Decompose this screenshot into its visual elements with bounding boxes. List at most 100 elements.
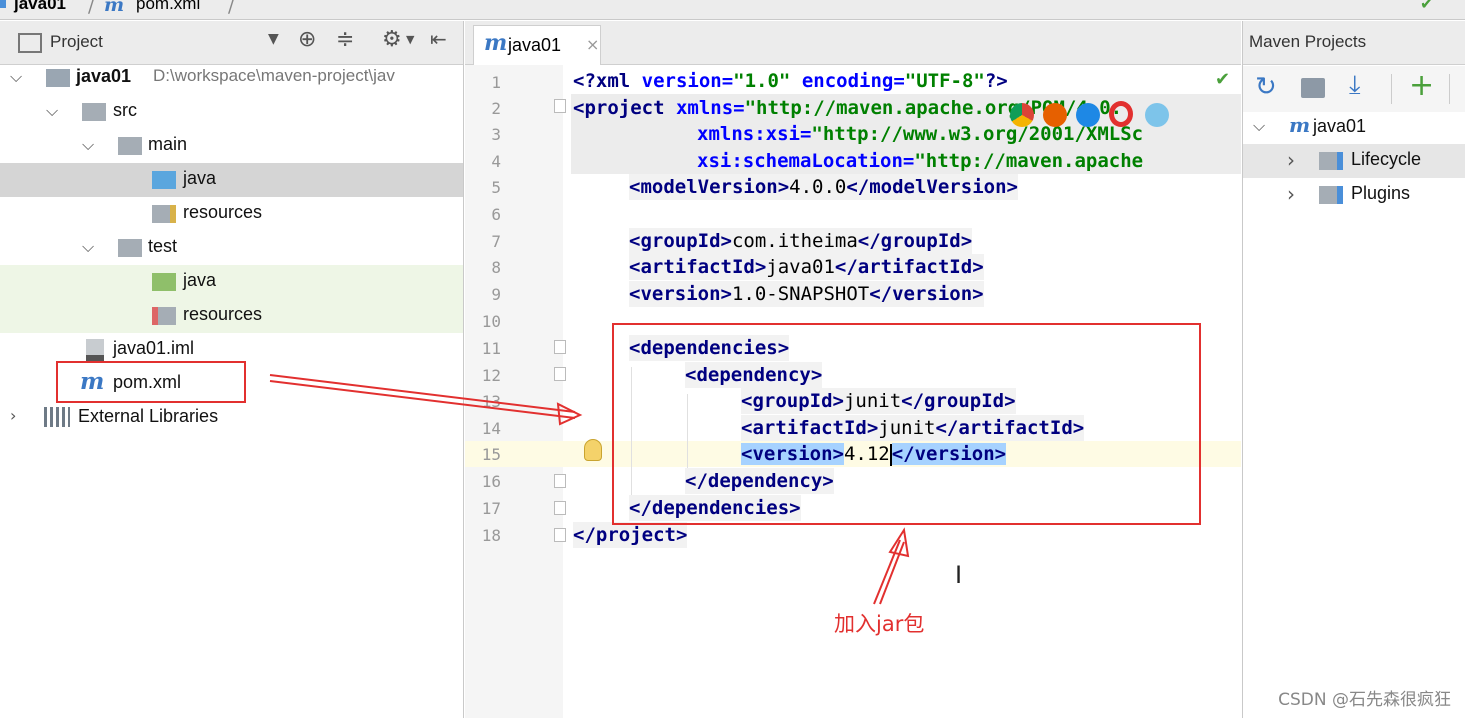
- chevron-down-icon[interactable]: ⌵: [82, 237, 94, 257]
- line-number: 8: [491, 258, 501, 277]
- line-number: 12: [481, 366, 501, 385]
- fold-marker-icon[interactable]: [554, 528, 566, 542]
- firefox-icon[interactable]: [1043, 103, 1067, 127]
- module-folder-icon: [46, 69, 70, 87]
- tree-row-main-java[interactable]: java: [0, 163, 463, 197]
- maven-panel-header: Maven Projects: [1243, 21, 1465, 65]
- chevron-right-icon[interactable]: ›: [1287, 182, 1295, 206]
- ibeam-cursor-icon: I: [955, 561, 963, 589]
- breadcrumb-separator: /: [228, 0, 235, 17]
- code-line-2: <project xmlns="http://maven.apache.org/…: [573, 97, 1123, 119]
- fold-marker-icon[interactable]: [554, 501, 566, 515]
- chevron-down-icon[interactable]: ▼: [268, 31, 279, 47]
- folder-icon: [118, 239, 142, 257]
- breadcrumb-project[interactable]: java01: [14, 0, 66, 14]
- tree-row-java01[interactable]: ⌵ java01 D:\workspace\maven-project\jav: [0, 61, 463, 95]
- folder-icon: [0, 0, 6, 8]
- tree-item-label: java01.iml: [113, 338, 195, 358]
- maven-tree-row-plugins[interactable]: › Plugins: [1243, 178, 1465, 212]
- breadcrumb-separator: /: [88, 0, 95, 17]
- tab-label: java01: [508, 35, 562, 55]
- chevron-right-icon[interactable]: ›: [10, 406, 16, 425]
- lightbulb-icon[interactable]: [584, 439, 602, 461]
- maven-toolbar: ↻ ⤓ +: [1243, 66, 1465, 112]
- maven-tree-row-lifecycle[interactable]: › Lifecycle: [1243, 144, 1465, 178]
- hide-panel-icon[interactable]: ⇤: [430, 27, 447, 51]
- code-line-18: </project>: [573, 522, 688, 548]
- ie-icon[interactable]: [1145, 103, 1169, 127]
- fold-marker-icon[interactable]: [554, 474, 566, 488]
- tab-java01[interactable]: m java01 ×: [473, 25, 601, 65]
- tree-row-main-resources[interactable]: resources: [0, 197, 463, 231]
- line-number: 16: [481, 472, 501, 491]
- tree-item-label: resources: [183, 304, 263, 324]
- test-resources-folder-icon: [152, 307, 176, 325]
- line-number: 4: [491, 152, 501, 171]
- fold-marker-icon[interactable]: [554, 99, 566, 113]
- tree-item-label: java: [183, 270, 217, 290]
- plugins-folder-icon: [1319, 186, 1343, 204]
- toolbar-separator: [1449, 74, 1450, 104]
- tree-row-external-libraries[interactable]: › External Libraries: [0, 401, 463, 435]
- close-icon[interactable]: ×: [586, 35, 599, 54]
- chevron-down-icon[interactable]: ▼: [406, 33, 414, 46]
- line-number: 9: [491, 285, 501, 304]
- tree-row-test[interactable]: ⌵ test: [0, 231, 463, 265]
- code-line-7: <groupId>com.itheima</groupId>: [629, 228, 973, 254]
- tree-row-main[interactable]: ⌵ main: [0, 129, 463, 163]
- chevron-down-icon[interactable]: ⌵: [46, 101, 58, 121]
- refresh-icon[interactable]: ↻: [1255, 72, 1277, 102]
- line-number: 14: [481, 419, 501, 438]
- code-line-8: <artifactId>java01</artifactId>: [629, 254, 984, 280]
- collapse-all-icon[interactable]: ≑: [336, 27, 354, 52]
- gear-icon[interactable]: ⚙: [382, 27, 402, 52]
- line-number: 5: [491, 178, 501, 197]
- line-number: 15: [481, 445, 501, 464]
- tree-row-test-java[interactable]: java: [0, 265, 463, 299]
- chrome-icon[interactable]: [1010, 103, 1034, 127]
- code-line-9: <version>1.0-SNAPSHOT</version>: [629, 281, 984, 307]
- annotation-label: 加入jar包: [834, 612, 925, 636]
- maven-tree-row-java01[interactable]: ⌵ m java01: [1243, 110, 1465, 144]
- download-icon[interactable]: ⤓: [1349, 70, 1361, 101]
- line-number: 10: [481, 312, 501, 331]
- fold-marker-icon[interactable]: [554, 367, 566, 381]
- generate-sources-icon[interactable]: [1301, 78, 1325, 98]
- add-icon[interactable]: +: [1409, 68, 1434, 103]
- maven-icon: m: [484, 30, 508, 56]
- safari-icon[interactable]: [1076, 103, 1100, 127]
- fold-marker-icon[interactable]: [554, 340, 566, 354]
- code-line-3: xmlns:xsi="http://www.w3.org/2001/XMLSc: [697, 123, 1144, 145]
- toolbar-separator: [1391, 74, 1392, 104]
- panel-title[interactable]: Project: [50, 32, 103, 52]
- chevron-down-icon[interactable]: ⌵: [10, 67, 22, 87]
- line-number: 6: [491, 205, 501, 224]
- tree-row-src[interactable]: ⌵ src: [0, 95, 463, 129]
- code-line-5: <modelVersion>4.0.0</modelVersion>: [629, 174, 1018, 200]
- tree-item-label: java01: [1313, 116, 1367, 136]
- chevron-down-icon[interactable]: ⌵: [1253, 116, 1265, 136]
- line-number: 13: [481, 392, 501, 411]
- panel-title: Maven Projects: [1249, 32, 1367, 51]
- tree-row-test-resources[interactable]: resources: [0, 299, 463, 333]
- locate-icon[interactable]: ⊕: [298, 27, 316, 52]
- breadcrumb-file[interactable]: pom.xml: [136, 0, 200, 14]
- code-line-1: <?xml version="1.0" encoding="UTF-8"?>: [573, 70, 1008, 92]
- check-icon: ✔: [1215, 69, 1231, 90]
- source-folder-icon: [152, 171, 176, 189]
- test-folder-icon: [152, 273, 176, 291]
- tree-item-label: java: [183, 168, 217, 188]
- library-icon: [44, 407, 70, 427]
- maven-panel: Maven Projects ↻ ⤓ + ⌵ m java01 › Lifecy…: [1242, 21, 1465, 718]
- project-panel-header: Project ▼ ⊕ ≑ ⚙ ▼ ⇤: [0, 21, 463, 65]
- line-number: 11: [481, 339, 501, 358]
- opera-icon[interactable]: [1109, 101, 1133, 127]
- chevron-down-icon[interactable]: ⌵: [82, 135, 94, 155]
- tree-item-label: test: [148, 236, 178, 256]
- line-number: 3: [491, 125, 501, 144]
- maven-icon: m: [104, 0, 125, 16]
- chevron-right-icon[interactable]: ›: [1287, 148, 1295, 172]
- project-view-icon: [18, 33, 42, 53]
- tree-item-label: src: [113, 100, 137, 120]
- tree-item-label: Lifecycle: [1351, 149, 1422, 169]
